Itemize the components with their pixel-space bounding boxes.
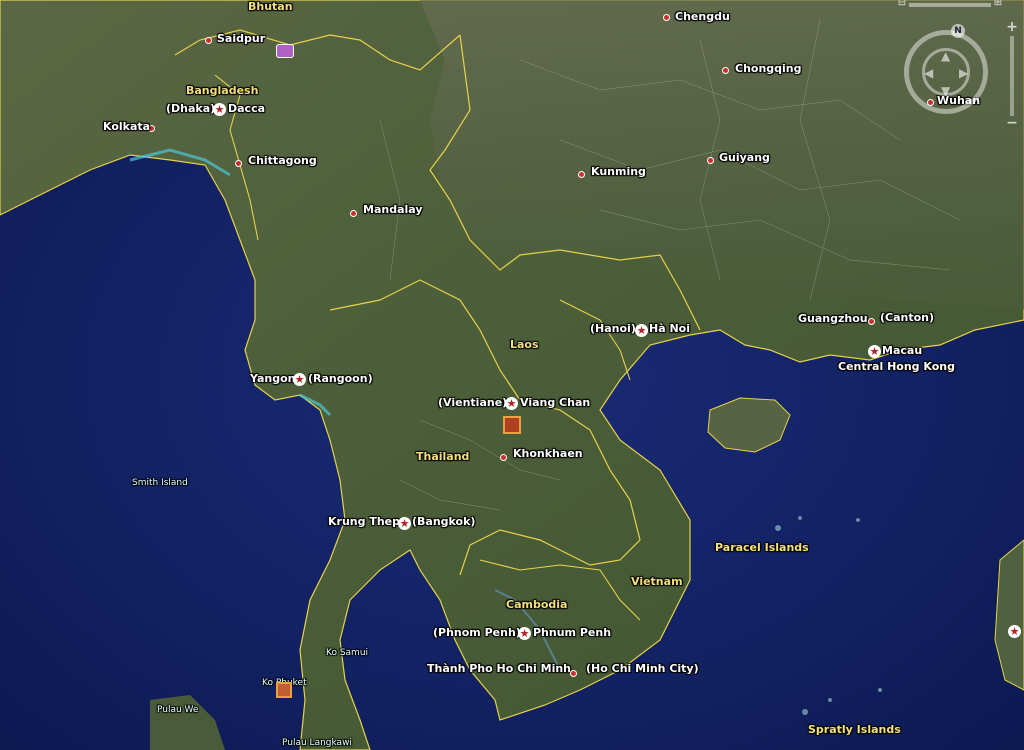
city-marker-khonkhaen[interactable] [500, 454, 507, 461]
city-label-hanoi[interactable]: Hà Noi [649, 322, 690, 335]
navigation-compass[interactable]: N ▲ ▼ ◀ ▶ [900, 24, 1000, 124]
city-label-bangkok[interactable]: Krung Thep [328, 515, 400, 528]
camera-placemark-icon[interactable] [276, 44, 294, 58]
city-label-phnom-penh-alt[interactable]: (Phnom Penh) [433, 626, 521, 639]
city-label-mandalay[interactable]: Mandalay [363, 203, 423, 216]
city-label-vientiane-alt[interactable]: (Vientiane) [438, 396, 507, 409]
city-label-kunming[interactable]: Kunming [591, 165, 646, 178]
city-label-dhaka-alt[interactable]: (Dhaka) [166, 102, 215, 115]
zoom-slider[interactable]: + − [1005, 20, 1019, 130]
country-label-bhutan: Bhutan [248, 0, 293, 13]
city-label-bangkok-alt[interactable]: (Bangkok) [412, 515, 475, 528]
city-marker-mandalay[interactable] [350, 210, 357, 217]
city-label-ho-chi-minh[interactable]: Thành Pho Ho Chi Minh [427, 662, 571, 675]
city-label-guangzhou[interactable]: Guangzhou [798, 312, 868, 325]
country-label-bangladesh: Bangladesh [186, 84, 259, 97]
city-label-canton[interactable]: (Canton) [880, 311, 934, 324]
city-label-guiyang[interactable]: Guiyang [719, 151, 770, 164]
capital-star-icon[interactable]: ★ [1008, 625, 1021, 638]
city-label-yangon[interactable]: Yangon [250, 372, 295, 385]
tilt-down-icon[interactable]: ⊟ [897, 0, 907, 8]
label-ko-samui: Ko Samui [326, 648, 369, 658]
zoom-track[interactable] [1010, 36, 1014, 116]
city-label-chittagong[interactable]: Chittagong [248, 154, 317, 167]
zoom-out-button[interactable]: − [1005, 116, 1019, 130]
label-smith-island: Smith Island [132, 478, 188, 488]
city-label-ho-chi-minh-alt[interactable]: (Ho Chi Minh City) [586, 662, 699, 675]
capital-star-icon[interactable]: ★ [518, 627, 531, 640]
capital-star-icon[interactable]: ★ [293, 373, 306, 386]
zoom-in-button[interactable]: + [1005, 20, 1019, 34]
tilt-slider[interactable]: ⊟ ⊞ [895, 0, 1005, 10]
city-marker-chengdu[interactable] [663, 14, 670, 21]
pan-right-icon[interactable]: ▶ [959, 66, 968, 80]
city-label-hanoi-alt[interactable]: (Hanoi) [590, 322, 636, 335]
photo-placemark-icon[interactable] [276, 682, 292, 698]
city-label-saidpur[interactable]: Saidpur [217, 32, 265, 45]
city-label-phnom-penh[interactable]: Phnum Penh [533, 626, 611, 639]
city-label-chongqing[interactable]: Chongqing [735, 62, 802, 75]
city-marker-guangzhou[interactable] [868, 318, 875, 325]
city-marker-ho-chi-minh[interactable] [570, 670, 577, 677]
country-label-cambodia: Cambodia [506, 598, 568, 611]
city-marker-chittagong[interactable] [235, 160, 242, 167]
label-pulau-we: Pulau We [157, 705, 199, 715]
city-label-chengdu[interactable]: Chengdu [675, 10, 730, 23]
city-label-kolkata[interactable]: Kolkata [103, 120, 150, 133]
city-label-khonkhaen[interactable]: Khonkhaen [513, 447, 583, 460]
label-pulau-langkawi: Pulau Langkawi [282, 738, 352, 748]
tilt-track[interactable] [909, 3, 991, 7]
capital-star-icon[interactable]: ★ [868, 345, 881, 358]
photo-placemark-icon[interactable] [503, 416, 521, 434]
city-label-hong-kong[interactable]: Central Hong Kong [838, 360, 955, 373]
country-label-laos: Laos [510, 338, 539, 351]
city-marker-guiyang[interactable] [707, 157, 714, 164]
city-marker-kunming[interactable] [578, 171, 585, 178]
tilt-up-icon[interactable]: ⊞ [993, 0, 1003, 8]
city-label-rangoon[interactable]: (Rangoon) [308, 372, 373, 385]
label-paracel-islands: Paracel Islands [715, 541, 809, 554]
capital-star-icon[interactable]: ★ [505, 397, 518, 410]
capital-star-icon[interactable]: ★ [398, 517, 411, 530]
city-label-dacca[interactable]: Dacca [228, 102, 265, 115]
capital-star-icon[interactable]: ★ [635, 324, 648, 337]
city-marker-saidpur[interactable] [205, 37, 212, 44]
country-label-vietnam: Vietnam [631, 575, 683, 588]
map-view[interactable]: Bhutan Bangladesh Laos Thailand Cambodia… [0, 0, 1024, 750]
city-label-macau[interactable]: Macau [882, 344, 922, 357]
pan-up-icon[interactable]: ▲ [941, 49, 950, 63]
country-label-thailand: Thailand [416, 450, 470, 463]
north-up-button[interactable]: N [951, 24, 965, 38]
pan-left-icon[interactable]: ◀ [924, 66, 933, 80]
city-label-vientiane[interactable]: Viang Chan [520, 396, 590, 409]
pan-down-icon[interactable]: ▼ [941, 84, 950, 98]
label-spratly-islands: Spratly Islands [808, 723, 901, 736]
city-marker-chongqing[interactable] [722, 67, 729, 74]
capital-star-icon[interactable]: ★ [213, 103, 226, 116]
